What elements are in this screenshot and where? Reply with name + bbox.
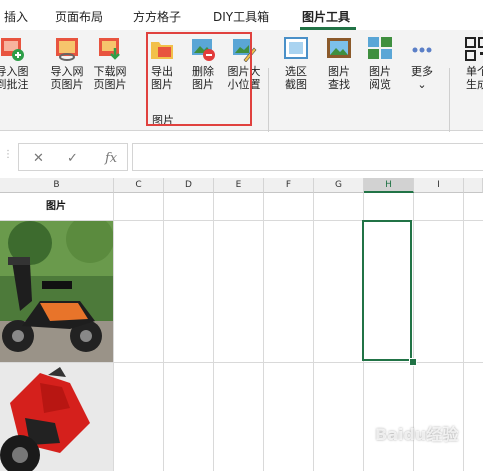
image-view-label-1: 图片 xyxy=(369,65,391,78)
grid-line xyxy=(113,193,114,471)
grid-line xyxy=(213,193,214,471)
single-generate-label-1: 单个 xyxy=(466,65,483,78)
grip-icon: ⋮ xyxy=(3,149,13,160)
column-header-i[interactable]: I xyxy=(414,178,464,193)
column-header-e[interactable]: E xyxy=(214,178,264,193)
fill-handle[interactable] xyxy=(409,358,417,366)
column-header-f[interactable]: F xyxy=(264,178,314,193)
image-view-icon xyxy=(367,36,393,62)
selection-screenshot-label-1: 选区 xyxy=(285,65,307,78)
column-header-d[interactable]: D xyxy=(164,178,214,193)
selected-cell[interactable] xyxy=(362,220,412,361)
column-header-b[interactable]: B xyxy=(0,178,114,193)
more-dots-icon xyxy=(409,36,435,62)
grid-line xyxy=(463,193,464,471)
image-find-button[interactable]: 图片 查找 xyxy=(317,36,361,91)
fx-icon[interactable]: fx xyxy=(105,151,117,166)
image-view-label-2: 阅览 xyxy=(369,78,391,91)
selection-screenshot-label-2: 截图 xyxy=(285,78,307,91)
import-to-comment-label-2: 到批注 xyxy=(0,78,29,91)
column-header-g[interactable]: G xyxy=(314,178,364,193)
column-header-h[interactable]: H xyxy=(364,178,414,193)
image-view-button[interactable]: 图片 阅览 xyxy=(358,36,402,91)
motorcycle-image[interactable] xyxy=(0,363,113,471)
image-find-icon xyxy=(326,36,352,62)
import-web-image-label-2: 页图片 xyxy=(50,78,84,91)
tab-page-layout[interactable]: 页面布局 xyxy=(55,8,103,25)
cancel-icon[interactable]: ✕ xyxy=(33,151,44,166)
selection-screenshot-button[interactable]: 选区 截图 xyxy=(274,36,318,91)
import-web-image-button[interactable]: 导入网 页图片 xyxy=(45,36,89,91)
image-find-label-1: 图片 xyxy=(328,65,350,78)
spreadsheet-grid: B C D E F G H I 图片 Baidu经验 xyxy=(0,178,483,471)
import-to-comment-icon xyxy=(0,36,25,62)
tab-fangfang[interactable]: 方方格子 xyxy=(133,8,181,25)
more-button[interactable]: 更多 ⌄ xyxy=(400,36,444,91)
highlight-box xyxy=(146,32,252,126)
ribbon-separator xyxy=(268,68,269,132)
tab-image-tools[interactable]: 图片工具 xyxy=(302,8,350,25)
grid-line xyxy=(313,193,314,471)
import-web-image-icon xyxy=(54,36,80,62)
import-web-image-label-1: 导入网 xyxy=(50,65,84,78)
grid-line xyxy=(163,193,164,471)
download-web-image-button[interactable]: 下载网 页图片 xyxy=(88,36,132,91)
ribbon-separator xyxy=(449,68,450,132)
confirm-icon[interactable]: ✓ xyxy=(67,151,78,166)
ribbon-tab-bar: 插入 页面布局 方方格子 DIY工具箱 图片工具 xyxy=(0,0,483,31)
import-to-comment-button[interactable]: 导入图 到批注 xyxy=(0,36,34,91)
selection-screenshot-icon xyxy=(283,36,309,62)
grid-line xyxy=(263,193,264,471)
more-label: 更多 xyxy=(411,65,433,78)
formula-controls: ✕ ✓ fx xyxy=(18,143,128,171)
import-to-comment-label-1: 导入图 xyxy=(0,65,29,78)
qr-code-icon xyxy=(464,36,483,62)
single-generate-button[interactable]: 单个 生成 xyxy=(455,36,483,91)
download-web-image-icon xyxy=(97,36,123,62)
formula-input[interactable] xyxy=(132,143,483,171)
watermark: Baidu经验 xyxy=(375,425,459,444)
image-find-label-2: 查找 xyxy=(328,78,350,91)
chevron-down-icon: ⌄ xyxy=(417,78,427,91)
download-web-image-label-1: 下载网 xyxy=(93,65,127,78)
column-header-j[interactable] xyxy=(464,178,483,193)
column-header-c[interactable]: C xyxy=(114,178,164,193)
tab-diy-toolbox[interactable]: DIY工具箱 xyxy=(213,8,269,25)
formula-bar: ⋮ ✕ ✓ fx xyxy=(0,141,483,171)
scooter-image[interactable] xyxy=(0,221,113,362)
header-cell-image[interactable]: 图片 xyxy=(0,194,112,220)
single-generate-label-2: 生成 xyxy=(466,78,483,91)
download-web-image-label-2: 页图片 xyxy=(93,78,127,91)
tab-insert[interactable]: 插入 xyxy=(4,8,28,25)
